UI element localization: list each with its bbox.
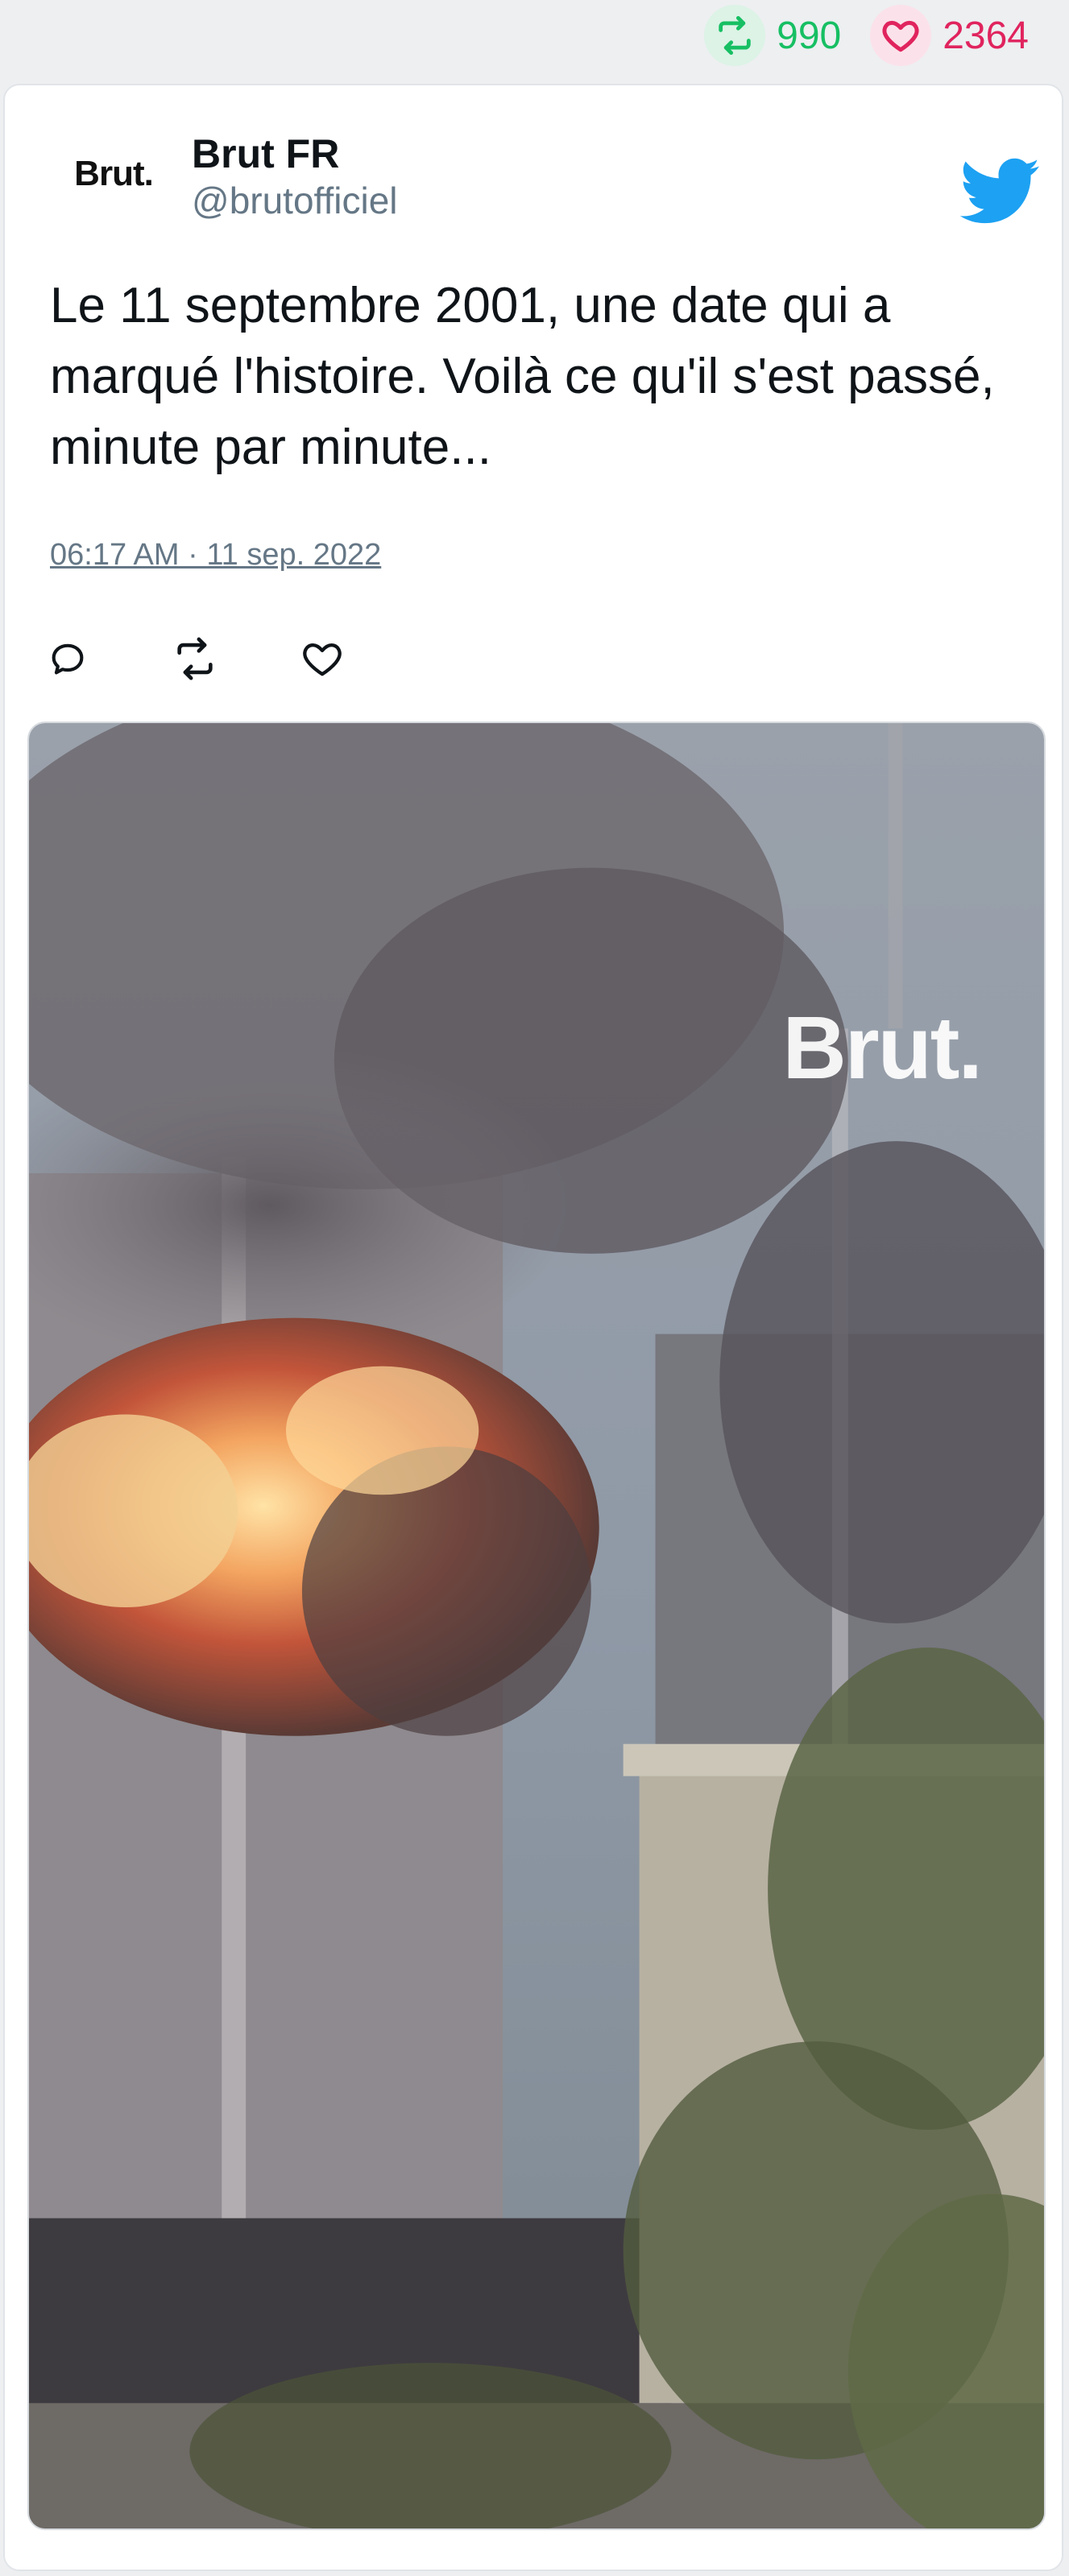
avatar[interactable]: Brut. [45, 134, 182, 214]
like-action-icon[interactable] [298, 635, 346, 683]
author-handle[interactable]: @brutofficiel [192, 179, 398, 222]
tweet-header: Brut. Brut FR @brutofficiel [5, 126, 1062, 225]
tweet-timestamp-link[interactable]: 06:17 AM · 11 sep. 2022 [50, 538, 381, 573]
tweet-media-video[interactable]: Brut. [27, 722, 1046, 2530]
retweet-count: 990 [777, 14, 842, 57]
media-image [29, 723, 1044, 2528]
twitter-bird-icon[interactable] [959, 158, 1041, 225]
reply-icon[interactable] [44, 635, 92, 683]
retweet-count-stat[interactable]: 990 [704, 5, 841, 66]
like-count-stat[interactable]: 2364 [870, 5, 1029, 66]
media-watermark: Brut. [782, 999, 983, 1098]
engagement-stats: 990 2364 [704, 0, 1029, 71]
tweet-card[interactable]: Brut. Brut FR @brutofficiel Le 11 septem… [3, 84, 1063, 2571]
avatar-logo-text: Brut. [74, 154, 154, 193]
tweet-text: Le 11 septembre 2001, une date qui a mar… [50, 278, 995, 475]
heart-icon [870, 5, 932, 66]
retweet-icon [704, 5, 766, 66]
author-name[interactable]: Brut FR [192, 130, 339, 177]
retweet-action-icon[interactable] [171, 635, 219, 683]
like-count: 2364 [943, 14, 1029, 57]
tweet-actions [44, 626, 346, 691]
